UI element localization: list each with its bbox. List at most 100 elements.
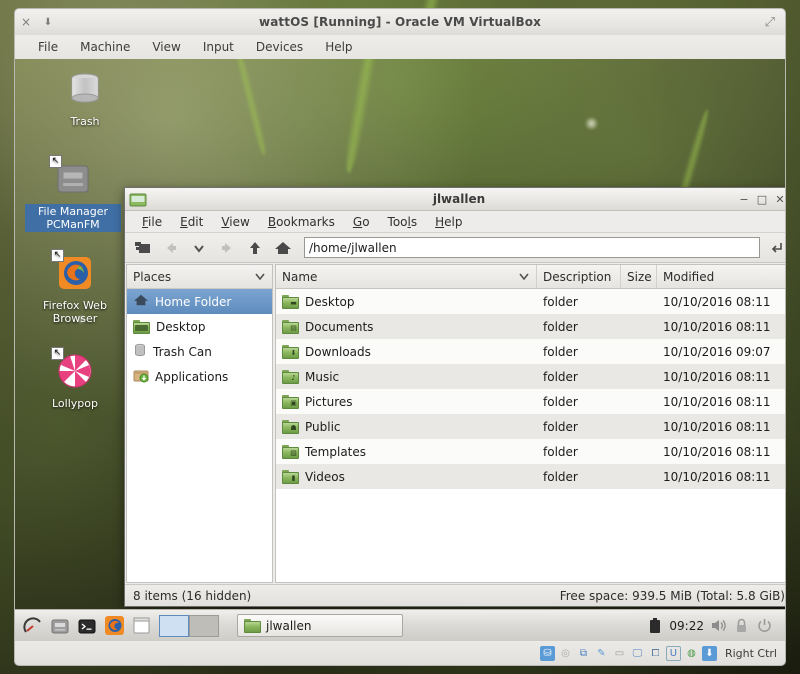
taskbar-window-button[interactable]: jlwallen — [237, 614, 403, 637]
chevron-down-icon[interactable] — [254, 270, 266, 284]
volume-icon[interactable] — [710, 617, 727, 634]
minimize-button[interactable]: − — [735, 191, 753, 208]
cell-size — [621, 389, 657, 414]
battery-icon[interactable] — [646, 617, 663, 634]
display-icon[interactable]: 🖵 — [630, 646, 645, 661]
vbox-close-icon[interactable]: × — [15, 15, 37, 29]
capture-icon[interactable]: ⬇ — [702, 646, 717, 661]
cell-modified: 10/10/2016 09:07 — [657, 339, 786, 364]
table-row[interactable]: ▣Picturesfolder10/10/2016 08:11 — [276, 389, 786, 414]
table-row[interactable]: ⬇Downloadsfolder10/10/2016 09:07 — [276, 339, 786, 364]
close-button[interactable]: ✕ — [771, 191, 786, 208]
column-header-description[interactable]: Description — [537, 265, 621, 288]
workspace-pager[interactable] — [159, 615, 219, 637]
new-tab-icon[interactable] — [130, 236, 156, 260]
home-icon[interactable] — [270, 236, 296, 260]
usb-pen-icon[interactable]: ✎ — [594, 646, 609, 661]
menu-tools[interactable]: Tools — [379, 213, 427, 231]
vbox-menu-machine[interactable]: Machine — [69, 38, 141, 56]
sidebar-item-label: Desktop — [156, 320, 206, 334]
power-icon[interactable] — [756, 617, 773, 634]
vbox-menu-help[interactable]: Help — [314, 38, 363, 56]
file-name: Downloads — [305, 345, 371, 359]
vbox-expand-icon[interactable]: ⤢ — [765, 15, 775, 30]
menu-file[interactable]: File — [133, 213, 171, 231]
table-row[interactable]: ▬Desktopfolder10/10/2016 08:11 — [276, 289, 786, 314]
file-manager-icon[interactable] — [48, 614, 72, 638]
file-manager-statusbar: 8 items (16 hidden) Free space: 939.5 Mi… — [125, 584, 786, 606]
menu-icon[interactable] — [21, 614, 45, 638]
mouse-icon[interactable]: ⧠ — [648, 646, 663, 661]
taskbar: jlwallen 09:22 — [15, 609, 785, 641]
usb-icon[interactable]: U — [666, 646, 681, 661]
sidebar-item-desktop[interactable]: Desktop — [127, 314, 272, 339]
vbox-menu-input[interactable]: Input — [192, 38, 245, 56]
lock-icon[interactable] — [733, 617, 750, 634]
folder-icon: ▬ — [282, 295, 299, 309]
desktop-icon-firefox[interactable]: ↖ Firefox Web Browser — [33, 251, 117, 326]
cell-modified: 10/10/2016 08:11 — [657, 414, 786, 439]
menu-view[interactable]: View — [212, 213, 258, 231]
vbox-menu-file[interactable]: File — [27, 38, 69, 56]
sidebar-item-home-folder[interactable]: Home Folder — [127, 289, 272, 314]
desktop-icon-trash[interactable]: Trash — [43, 67, 127, 129]
shortcut-arrow-icon: ↖ — [49, 155, 62, 168]
clock[interactable]: 09:22 — [669, 619, 704, 633]
forward-arrow-icon[interactable] — [214, 236, 240, 260]
column-header-modified[interactable]: Modified — [657, 265, 786, 288]
file-manager-titlebar[interactable]: jlwallen − □ ✕ — [125, 188, 786, 211]
file-manager-body: Places Home Folder Desktop — [125, 263, 786, 584]
optical-disk-icon[interactable]: ◎ — [558, 646, 573, 661]
menu-go[interactable]: Go — [344, 213, 379, 231]
menu-bookmarks[interactable]: Bookmarks — [259, 213, 344, 231]
firefox-icon[interactable] — [102, 614, 126, 638]
vbox-menu-devices[interactable]: Devices — [245, 38, 314, 56]
column-header-name[interactable]: Name — [276, 265, 537, 288]
desktop-icon-lollypop[interactable]: ↖ Lollypop — [33, 349, 117, 411]
back-arrow-icon[interactable] — [158, 236, 184, 260]
table-row[interactable]: ▧Templatesfolder10/10/2016 08:11 — [276, 439, 786, 464]
folder-icon: ▤ — [282, 320, 299, 334]
cell-size — [621, 289, 657, 314]
vbox-menu-view[interactable]: View — [141, 38, 191, 56]
hard-disk-icon[interactable]: ⛁ — [540, 646, 555, 661]
workspace-2[interactable] — [189, 615, 219, 637]
maximize-button[interactable]: □ — [753, 191, 771, 208]
path-input[interactable]: /home/jlwallen — [304, 237, 760, 258]
places-header[interactable]: Places — [127, 265, 272, 289]
sidebar-item-applications[interactable]: Applications — [127, 364, 272, 389]
folder-icon: ⬇ — [282, 345, 299, 359]
chevron-down-icon[interactable] — [186, 236, 212, 260]
globe-icon[interactable]: ◍ — [684, 646, 699, 661]
table-row[interactable]: ♪Musicfolder10/10/2016 08:11 — [276, 364, 786, 389]
cell-description: folder — [537, 364, 621, 389]
shared-folder-icon[interactable]: ▭ — [612, 646, 627, 661]
cell-modified: 10/10/2016 08:11 — [657, 389, 786, 414]
cell-size — [621, 339, 657, 364]
window-icon[interactable] — [129, 614, 153, 638]
network-icon[interactable]: ⧉ — [576, 646, 591, 661]
table-row[interactable]: ▮Videosfolder10/10/2016 08:11 — [276, 464, 786, 489]
table-row[interactable]: ▤Documentsfolder10/10/2016 08:11 — [276, 314, 786, 339]
up-arrow-icon[interactable] — [242, 236, 268, 260]
menu-edit[interactable]: Edit — [171, 213, 212, 231]
sidebar-item-trash-can[interactable]: Trash Can — [127, 339, 272, 364]
column-header-size[interactable]: Size — [621, 265, 657, 288]
desktop-icon-file-manager[interactable]: ↖ File Manager PCManFM — [25, 157, 121, 232]
path-text: /home/jlwallen — [309, 241, 397, 255]
file-list-empty-area[interactable] — [276, 489, 786, 582]
cell-name: ▧Templates — [276, 439, 537, 464]
terminal-icon[interactable] — [75, 614, 99, 638]
vbox-minimize-icon[interactable]: ⬇ — [37, 17, 59, 28]
host-key-label: Right Ctrl — [725, 647, 777, 660]
go-arrow-icon[interactable] — [766, 237, 786, 259]
cell-description: folder — [537, 314, 621, 339]
workspace-1[interactable] — [159, 615, 189, 637]
table-row[interactable]: ☗Publicfolder10/10/2016 08:11 — [276, 414, 786, 439]
file-list: Name Description Size Modified ▬ Desktop f… — [275, 264, 786, 583]
menu-help[interactable]: Help — [426, 213, 471, 231]
chevron-down-icon[interactable] — [518, 270, 530, 284]
desktop-icon-label: File Manager PCManFM — [25, 204, 121, 232]
file-name: Desktop — [305, 295, 355, 309]
cell-size — [621, 439, 657, 464]
